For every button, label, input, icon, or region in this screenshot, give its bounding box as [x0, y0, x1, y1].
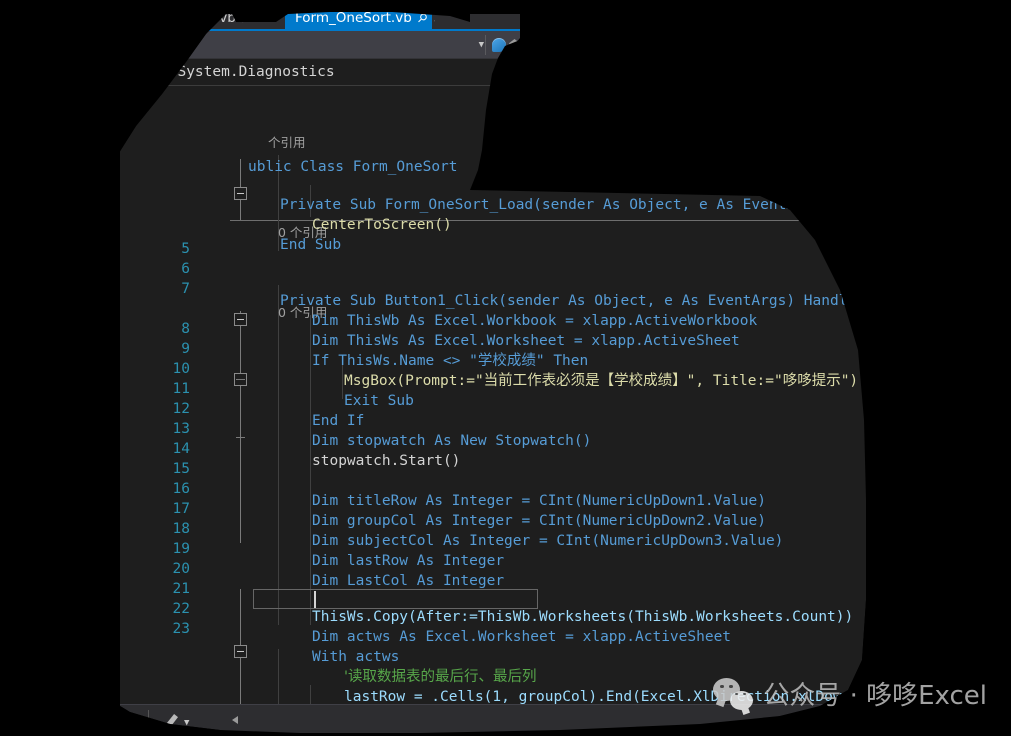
pen-icon[interactable]	[164, 714, 178, 728]
code-line: CenterToScreen()	[312, 217, 452, 233]
navigation-bar: ▼	[120, 31, 1011, 59]
code-line: Dim titleRow As Integer = CInt(NumericUp…	[312, 493, 766, 509]
wechat-logo	[713, 677, 754, 710]
member-dropdown[interactable]: ▼	[160, 34, 490, 56]
wechat-bubble-small	[730, 690, 754, 710]
code-line: ublic Class Form_OneSort	[248, 159, 458, 175]
tab-label: .vb	[215, 10, 236, 26]
codelens-references[interactable]: 个引用	[268, 133, 306, 153]
arrow-icon[interactable]	[523, 41, 529, 49]
code-line: With actws	[312, 649, 400, 665]
code-line: MsgBox(Prompt:="当前工作表必须是【学校成绩】", Title:=…	[344, 373, 859, 389]
tab-form-onesort[interactable]: Form_OneSort.vb ⚲ ✕	[285, 5, 445, 31]
pin-icon[interactable]: ⚲	[414, 10, 430, 26]
indent-guide	[278, 285, 279, 625]
chevron-down-icon[interactable]: ▼	[184, 718, 189, 728]
tab-label: Form_OneSort.vb	[295, 10, 412, 26]
visual-studio-window: .vb ⚲ Form_OneSort.vb ⚲ ✕ ▼	[120, 0, 1011, 736]
code-line: Dim ThisWb As Excel.Workbook = xlapp.Act…	[312, 313, 758, 329]
wechat-dot	[720, 684, 724, 688]
workbook-icon[interactable]	[492, 38, 506, 52]
watermark: 公众号 · 哆哆Excel	[713, 675, 987, 712]
code-line: End Sub	[280, 237, 342, 253]
shield-icon[interactable]	[509, 39, 520, 51]
code-line: Dim subjectCol As Integer = CInt(Numeric…	[312, 533, 784, 549]
current-line-highlight	[253, 589, 538, 609]
code-line: Exit Sub	[344, 393, 414, 409]
code-line: Dim LastCol As Integer	[312, 573, 505, 589]
code-line: Dim ThisWs As Excel.Worksheet = xlapp.Ac…	[312, 333, 740, 349]
indent-guide	[310, 315, 311, 625]
code-line: Dim lastRow As Integer	[312, 553, 505, 569]
wechat-dot	[729, 684, 733, 688]
pin-icon[interactable]: ⚲	[238, 10, 254, 26]
toolbar-divider	[485, 35, 486, 55]
toolbar-divider	[148, 710, 149, 728]
code-editor[interactable]: s System.Diagnostics 5 6 7 8 9 10 11 12 …	[120, 59, 1011, 736]
code-line: stopwatch.Start()	[312, 453, 461, 469]
code-line: Private Sub Form_OneSort_Load(sender As …	[280, 197, 830, 213]
chevron-down-icon[interactable]: ▼	[479, 40, 484, 50]
code-line: If ThisWs.Name <> "学校成绩" Then	[312, 353, 589, 369]
code-line: Dim stopwatch As New Stopwatch()	[312, 433, 592, 449]
code-text-layer[interactable]: 个引用 0 个引用 0 个引用 ublic Class Form_OneSort…	[120, 89, 1011, 736]
navbar-icon-group	[492, 34, 529, 56]
imports-divider	[120, 85, 1011, 86]
code-line: ThisWs.Copy(After:=ThisWb.Worksheets(Thi…	[312, 609, 854, 625]
text-caret	[314, 591, 316, 608]
tab-inactive-left[interactable]: .vb ⚲	[205, 5, 295, 31]
code-line: End If	[312, 413, 365, 429]
imports-statement: s System.Diagnostics	[160, 64, 335, 80]
scroll-left-arrow-icon[interactable]	[232, 716, 238, 724]
watermark-text: 公众号 · 哆哆Excel	[763, 681, 987, 711]
editor-tab-strip: .vb ⚲ Form_OneSort.vb ⚲ ✕	[120, 0, 1011, 31]
code-line: Dim actws As Excel.Worksheet = xlapp.Act…	[312, 629, 732, 645]
code-line: Dim groupCol As Integer = CInt(NumericUp…	[312, 513, 766, 529]
tab-inactive-right[interactable]	[435, 5, 513, 31]
screenshot-root: .vb ⚲ Form_OneSort.vb ⚲ ✕ ▼	[0, 0, 1011, 736]
code-comment: '读取数据表的最后行、最后列	[344, 669, 537, 685]
code-line: Private Sub Button1_Click(sender As Obje…	[280, 293, 909, 309]
